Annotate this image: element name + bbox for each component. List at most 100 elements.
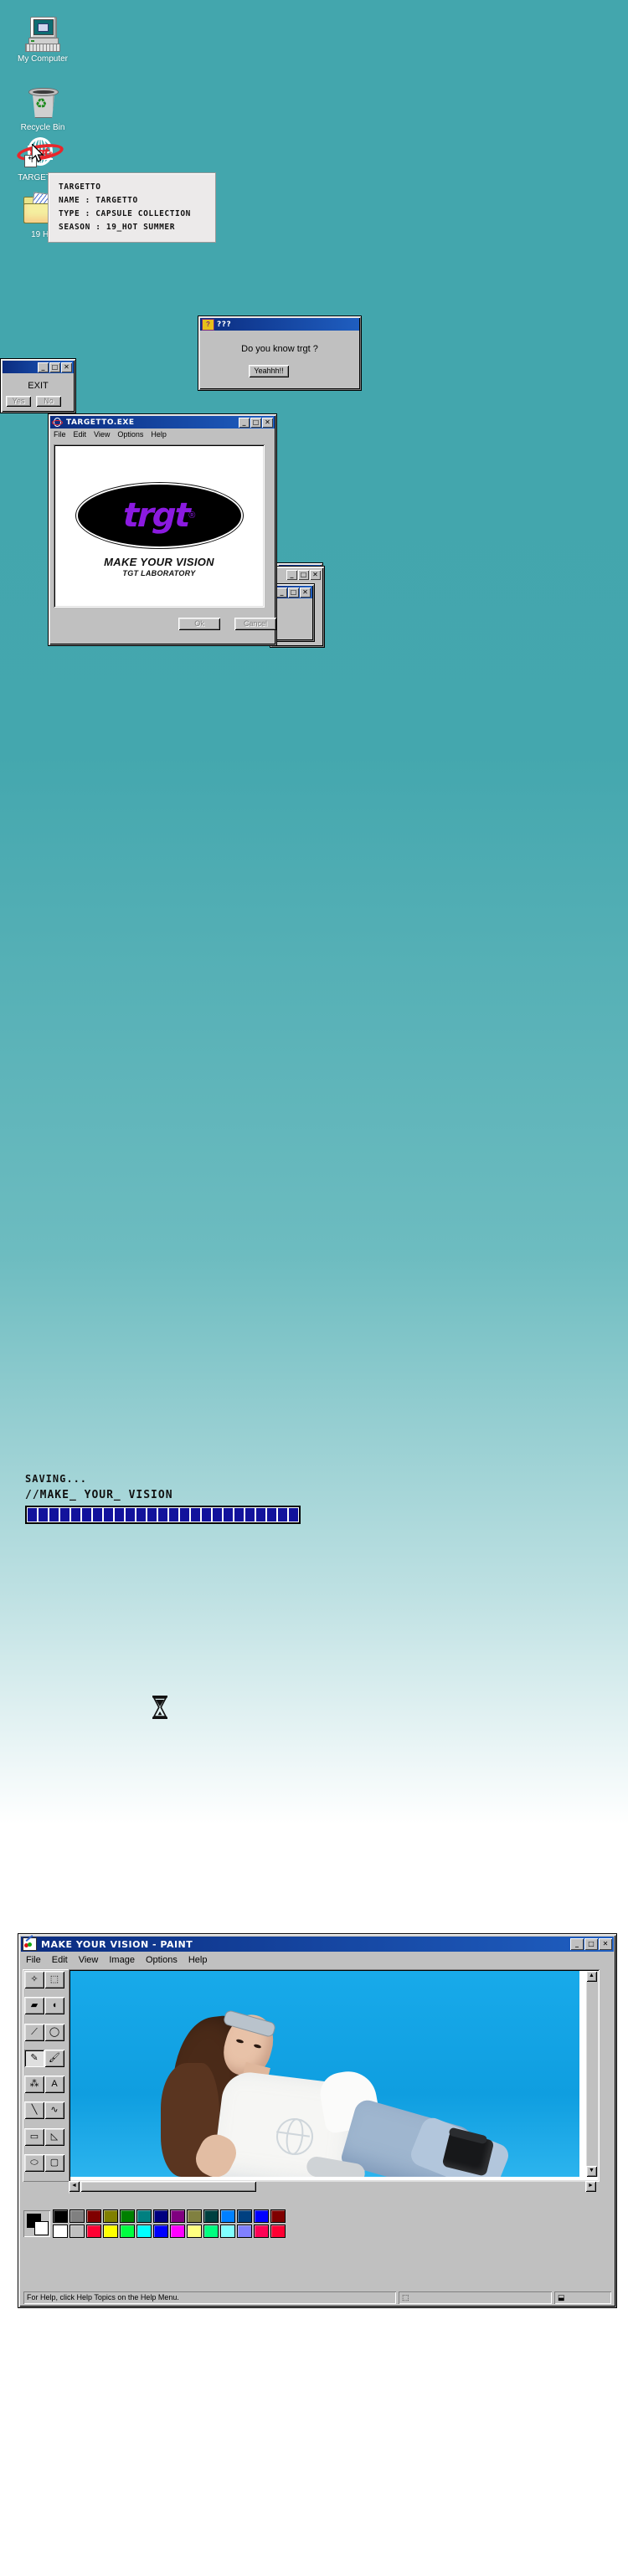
canvas-horizontal-scrollbar[interactable]: ◄ ► — [69, 2181, 596, 2194]
scroll-up-arrow-icon[interactable]: ▲ — [586, 1971, 597, 1982]
paint-window[interactable]: MAKE YOUR VISION - PAINT _ □ ✕ File Edit… — [18, 1933, 617, 2308]
background-color-swatch[interactable] — [34, 2221, 49, 2235]
color-swatch[interactable] — [220, 2209, 235, 2223]
minimize-button[interactable]: _ — [286, 569, 297, 580]
eraser-tool[interactable]: ▰ — [24, 1997, 44, 2015]
color-swatch[interactable] — [136, 2224, 152, 2238]
color-swatch[interactable] — [120, 2224, 135, 2238]
ok-button[interactable]: Ok — [178, 618, 220, 630]
paint-titlebar[interactable]: MAKE YOUR VISION - PAINT _ □ ✕ — [21, 1935, 614, 1952]
paint-canvas-image[interactable] — [70, 1971, 579, 2177]
color-swatch[interactable] — [69, 2224, 85, 2238]
minimize-button[interactable]: _ — [239, 417, 250, 428]
menu-image[interactable]: Image — [109, 1955, 135, 1965]
selected-colors-indicator[interactable] — [23, 2210, 50, 2237]
scroll-down-arrow-icon[interactable]: ▼ — [586, 2166, 597, 2177]
rectangle-select-tool[interactable]: ⬚ — [44, 1971, 64, 1988]
paint-menubar[interactable]: File Edit View Image Options Help — [21, 1952, 614, 1968]
scroll-left-arrow-icon[interactable]: ◄ — [69, 2181, 80, 2192]
color-swatch[interactable] — [203, 2224, 219, 2238]
color-swatch[interactable] — [254, 2224, 269, 2238]
scroll-right-arrow-icon[interactable]: ► — [585, 2181, 596, 2192]
line-tool[interactable]: ╲ — [24, 2101, 44, 2120]
color-swatch[interactable] — [187, 2224, 202, 2238]
color-picker-tool[interactable]: ⟋ — [24, 2023, 44, 2041]
exit-no-button[interactable]: No — [36, 396, 61, 407]
color-swatch[interactable] — [270, 2209, 286, 2223]
paint-color-palette[interactable] — [23, 2206, 286, 2241]
background-window-1-titlebar[interactable]: _ □ ✕ — [272, 568, 322, 581]
minimize-button[interactable]: _ — [38, 362, 49, 372]
color-swatch[interactable] — [254, 2209, 269, 2223]
color-swatch[interactable] — [69, 2209, 85, 2223]
color-swatch[interactable] — [170, 2209, 185, 2223]
color-swatch[interactable] — [86, 2209, 101, 2223]
close-button[interactable]: ✕ — [61, 362, 72, 372]
color-swatch[interactable] — [86, 2224, 101, 2238]
color-swatch[interactable] — [103, 2209, 118, 2223]
fill-tool[interactable]: ◖ — [44, 1997, 64, 2015]
targetto-exe-window[interactable]: TARGETTO.EXE _ □ ✕ File Edit View Option… — [48, 413, 277, 646]
cancel-button[interactable]: Cancel — [234, 618, 276, 630]
brush-tool[interactable]: 🖌 — [44, 2049, 64, 2067]
rectangle-tool[interactable]: ▭ — [24, 2127, 44, 2146]
yeahhh-button[interactable]: Yeahhh!! — [249, 365, 289, 377]
maximize-button[interactable]: □ — [49, 362, 60, 372]
color-swatch[interactable] — [170, 2224, 185, 2238]
scroll-thumb[interactable] — [80, 2181, 256, 2192]
magnifier-tool[interactable]: ◯ — [44, 2023, 64, 2041]
color-swatch[interactable] — [237, 2224, 252, 2238]
close-button[interactable]: ✕ — [310, 569, 321, 580]
maximize-button[interactable]: □ — [250, 417, 261, 428]
maximize-button[interactable]: □ — [288, 587, 299, 598]
targetto-exe-menubar[interactable]: File Edit View Options Help — [50, 428, 275, 440]
maximize-button[interactable]: □ — [298, 569, 309, 580]
canvas-vertical-scrollbar[interactable]: ▲ ▼ — [586, 1971, 598, 2177]
color-swatch[interactable] — [136, 2209, 152, 2223]
text-tool[interactable]: A — [44, 2076, 64, 2093]
color-swatch[interactable] — [270, 2224, 286, 2238]
menu-options[interactable]: Options — [146, 1955, 178, 1965]
palette-row-2[interactable] — [53, 2224, 286, 2238]
close-button[interactable]: ✕ — [300, 587, 311, 598]
airbrush-tool[interactable]: ⁂ — [24, 2076, 44, 2093]
menu-options[interactable]: Options — [117, 430, 143, 439]
curve-tool[interactable]: ∿ — [44, 2101, 64, 2120]
close-button[interactable]: ✕ — [599, 1938, 612, 1950]
menu-edit[interactable]: Edit — [74, 430, 87, 439]
menu-file[interactable]: File — [54, 430, 66, 439]
maximize-button[interactable]: □ — [584, 1938, 598, 1950]
color-swatch[interactable] — [187, 2209, 202, 2223]
ellipse-tool[interactable]: ⬭ — [24, 2153, 44, 2172]
color-swatch[interactable] — [220, 2224, 235, 2238]
desktop-icon-my-computer[interactable]: My Computer — [7, 15, 79, 64]
exit-dialog[interactable]: _ □ ✕ EXIT Yes No — [0, 358, 76, 413]
desktop-icon-recycle-bin[interactable]: ♻ Recycle Bin — [7, 84, 79, 133]
menu-view[interactable]: View — [94, 430, 110, 439]
exit-dialog-titlebar[interactable]: _ □ ✕ — [3, 361, 74, 373]
minimize-button[interactable]: _ — [570, 1938, 584, 1950]
free-form-select-tool[interactable]: ✧ — [24, 1971, 44, 1988]
question-dialog-titlebar[interactable]: ? ??? — [200, 318, 359, 331]
paint-toolbox[interactable]: ✧ ⬚ ▰ ◖ ⟋ ◯ ✎ 🖌 ⁂ A ╲ ∿ ▭ ◺ ⬭ ▢ — [23, 1969, 69, 2182]
menu-file[interactable]: File — [26, 1955, 41, 1965]
color-swatch[interactable] — [153, 2209, 168, 2223]
palette-row-1[interactable] — [53, 2209, 286, 2223]
color-swatch[interactable] — [53, 2209, 68, 2223]
menu-view[interactable]: View — [79, 1955, 99, 1965]
close-button[interactable]: ✕ — [262, 417, 273, 428]
rounded-rectangle-tool[interactable]: ▢ — [44, 2153, 64, 2172]
minimize-button[interactable]: _ — [276, 587, 287, 598]
pencil-tool[interactable]: ✎ — [24, 2049, 44, 2067]
exit-yes-button[interactable]: Yes — [6, 396, 31, 407]
question-dialog[interactable]: ? ??? Do you know trgt ? Yeahhh!! — [198, 316, 362, 391]
menu-edit[interactable]: Edit — [52, 1955, 68, 1965]
color-swatch[interactable] — [120, 2209, 135, 2223]
color-swatch[interactable] — [153, 2224, 168, 2238]
color-swatch[interactable] — [203, 2209, 219, 2223]
color-swatch[interactable] — [237, 2209, 252, 2223]
menu-help[interactable]: Help — [151, 430, 167, 439]
menu-help[interactable]: Help — [188, 1955, 208, 1965]
targetto-exe-titlebar[interactable]: TARGETTO.EXE _ □ ✕ — [50, 416, 275, 428]
polygon-tool[interactable]: ◺ — [44, 2127, 64, 2146]
